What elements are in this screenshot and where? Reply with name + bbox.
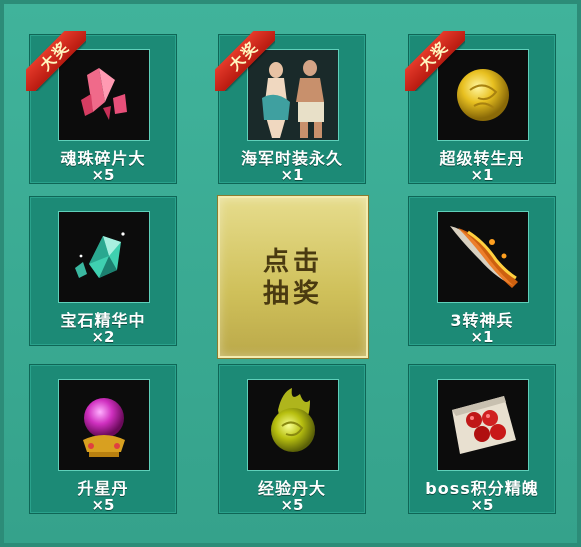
flaming-blade-icon (437, 211, 529, 303)
prize-quantity: ×1 (280, 166, 304, 184)
prize-quantity: ×1 (470, 166, 494, 184)
grand-prize-ribbon: 大奖 (26, 31, 86, 91)
draw-button-line1: 点击 (262, 247, 323, 277)
lottery-board: 大奖 魂珠碎片大 ×5 大奖 海军时装永久 ×1 大奖 超级转生丹 ×1 宝石精… (0, 0, 581, 547)
prize-cell-7[interactable]: 经验丹大 ×5 (218, 364, 366, 514)
prize-cell-5[interactable]: 3转神兵 ×1 (408, 196, 556, 346)
grand-prize-ribbon: 大奖 (405, 31, 465, 91)
prize-cell-3[interactable]: 大奖 超级转生丹 ×1 (405, 31, 556, 184)
draw-lottery-button[interactable]: 点击 抽奖 (218, 196, 368, 358)
grand-prize-ribbon: 大奖 (215, 31, 275, 91)
prize-cell-2[interactable]: 大奖 海军时装永久 ×1 (215, 31, 366, 184)
prize-quantity: ×5 (91, 496, 115, 514)
red-beads-scroll-icon (437, 379, 529, 471)
prize-cell-6[interactable]: 升星丹 ×5 (29, 364, 177, 514)
green-flame-orb-icon (247, 379, 339, 471)
prize-quantity: ×5 (470, 496, 494, 514)
prize-cell-4[interactable]: 宝石精华中 ×2 (29, 196, 177, 346)
teal-gem-icon (58, 211, 150, 303)
prize-quantity: ×1 (470, 328, 494, 346)
prize-cell-8[interactable]: boss积分精魄 ×5 (408, 364, 556, 514)
prize-quantity: ×2 (91, 328, 115, 346)
purple-orb-icon (58, 379, 150, 471)
prize-cell-1[interactable]: 大奖 魂珠碎片大 ×5 (26, 31, 177, 184)
prize-quantity: ×5 (280, 496, 304, 514)
prize-quantity: ×5 (91, 166, 115, 184)
draw-button-line2: 抽奖 (262, 279, 323, 309)
